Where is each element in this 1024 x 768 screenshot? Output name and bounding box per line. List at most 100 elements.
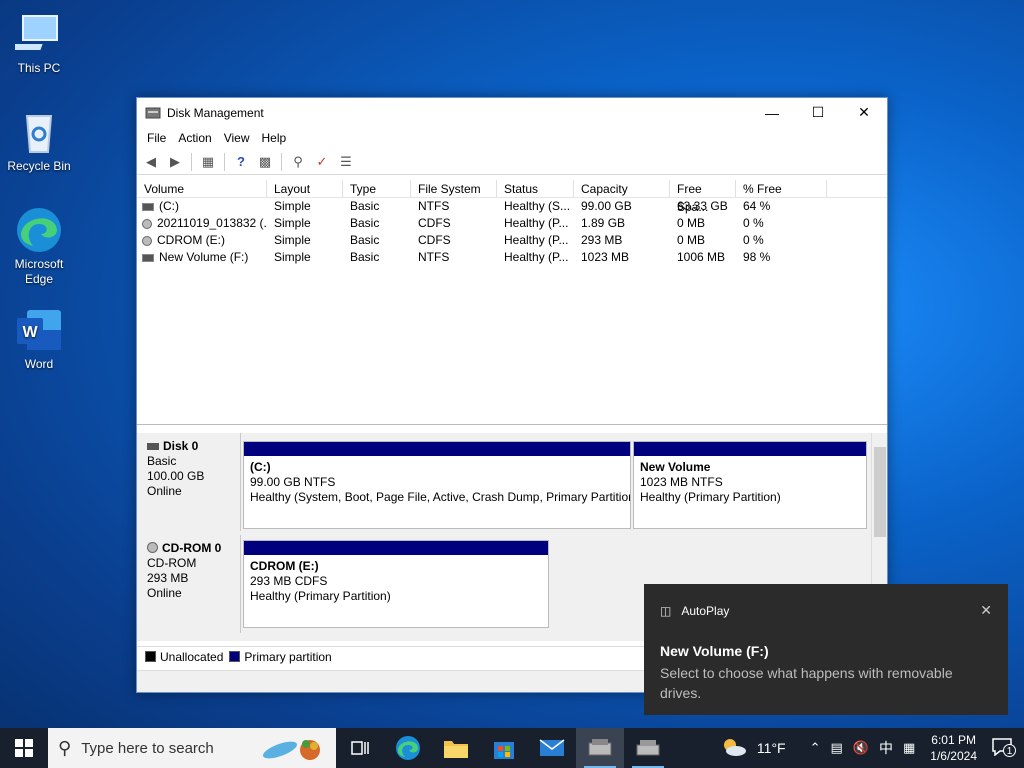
table-row[interactable]: (C:) Simple Basic NTFS Healthy (S... 99.…	[137, 198, 887, 215]
toolbar-separator	[191, 152, 192, 171]
help-icon[interactable]: ?	[231, 152, 251, 172]
table-row[interactable]: CDROM (E:) Simple Basic CDFS Healthy (P.…	[137, 232, 887, 249]
back-arrow-icon[interactable]: ◀	[141, 152, 161, 172]
desktop-icon-recycle-bin[interactable]: Recycle Bin	[4, 108, 74, 174]
maximize-button[interactable]: ☐	[795, 98, 841, 127]
weather-temperature[interactable]: 11°F	[752, 740, 791, 756]
show-hide-tree-icon[interactable]: ▦	[198, 152, 218, 172]
clock-time: 6:01 PM	[931, 733, 976, 747]
taskbar-file-explorer[interactable]	[432, 728, 480, 768]
column-header-layout[interactable]: Layout	[267, 180, 343, 197]
menu-action[interactable]: Action	[172, 131, 217, 145]
toast-body: Select to choose what happens with remov…	[660, 665, 953, 701]
toolbar-separator	[224, 152, 225, 171]
title-bar[interactable]: Disk Management — ☐ ✕	[137, 98, 887, 127]
recycle-bin-icon	[15, 108, 63, 156]
fs-cell: NTFS	[418, 199, 450, 213]
disk-name: CD-ROM 0	[162, 541, 222, 555]
menu-help[interactable]: Help	[256, 131, 293, 145]
column-header-file-system[interactable]: File System	[411, 180, 497, 197]
column-header-type[interactable]: Type	[343, 180, 411, 197]
taskbar-store[interactable]	[480, 728, 528, 768]
partition-status: Healthy (System, Boot, Page File, Active…	[250, 490, 630, 504]
taskbar-edge[interactable]	[384, 728, 432, 768]
desktop-icon-word[interactable]: W Word	[4, 306, 74, 372]
taskbar-disk-management[interactable]	[576, 728, 624, 768]
volume-list: Volume Layout Type File System Status Ca…	[137, 180, 887, 425]
partition-cdrom[interactable]: CDROM (E:) 293 MB CDFS Healthy (Primary …	[243, 540, 549, 628]
network-icon[interactable]: ▤	[826, 740, 848, 756]
taskbar-disk-management-2[interactable]	[624, 728, 672, 768]
search-highlight-icon	[260, 734, 330, 762]
partition-new-volume[interactable]: New Volume 1023 MB NTFS Healthy (Primary…	[633, 441, 867, 529]
column-header-percent-free[interactable]: % Free	[736, 180, 827, 197]
task-view-button[interactable]	[336, 728, 384, 768]
disk-icon	[147, 443, 159, 450]
free-cell: 1006 MB	[677, 250, 726, 264]
column-header-status[interactable]: Status	[497, 180, 574, 197]
chevron-up-icon[interactable]: ⌃	[805, 740, 826, 756]
connect-disk-icon[interactable]: ⚲	[288, 152, 308, 172]
ime-indicator[interactable]: 中	[874, 738, 898, 758]
column-header-volume[interactable]: Volume	[137, 180, 267, 197]
minimize-button[interactable]: —	[749, 98, 795, 127]
disk-0-label[interactable]: Disk 0 Basic 100.00 GB Online	[137, 433, 241, 531]
status-cell: Healthy (S...	[504, 199, 571, 213]
disk-name: Disk 0	[163, 439, 199, 453]
scrollbar-thumb[interactable]	[874, 447, 886, 537]
partition-name: (C:)	[250, 460, 271, 474]
free-cell: 63.33 GB	[677, 199, 728, 213]
properties-icon[interactable]: ☰	[336, 152, 356, 172]
close-button[interactable]: ✕	[841, 98, 887, 127]
status-cell: Healthy (P...	[504, 216, 569, 230]
volume-list-header: Volume Layout Type File System Status Ca…	[137, 180, 887, 214]
partition-status: Healthy (Primary Partition)	[250, 589, 391, 603]
task-view-icon	[351, 741, 369, 755]
close-icon[interactable]: ✕	[980, 602, 992, 619]
weather-icon[interactable]	[716, 737, 752, 760]
notification-center-icon[interactable]: 1	[987, 737, 1024, 759]
menu-view[interactable]: View	[218, 131, 256, 145]
disk-management-icon	[145, 106, 161, 120]
fs-cell: CDFS	[418, 233, 451, 247]
desktop-icon-edge[interactable]: Microsoft Edge	[4, 206, 74, 287]
fs-cell: CDFS	[418, 216, 451, 230]
desktop-icon-this-pc[interactable]: This PC	[4, 10, 74, 76]
volume-muted-icon[interactable]: 🔇	[848, 740, 874, 756]
check-icon[interactable]: ✓	[312, 152, 332, 172]
keyboard-layout-icon[interactable]: ▦	[898, 740, 920, 756]
taskbar-search-box[interactable]: ⚲ Type here to search	[48, 728, 336, 768]
folder-icon	[444, 741, 468, 758]
layout-cell: Simple	[274, 250, 311, 264]
partition-c[interactable]: (C:) 99.00 GB NTFS Healthy (System, Boot…	[243, 441, 631, 529]
toolbar-separator	[281, 152, 282, 171]
disk-0-row: Disk 0 Basic 100.00 GB Online	[137, 433, 241, 531]
primary-partition-swatch	[229, 651, 241, 662]
percent-free-cell: 64 %	[743, 199, 771, 213]
cd-drive-icon	[142, 235, 152, 246]
type-cell: Basic	[350, 216, 380, 230]
disk-state: Online	[147, 586, 182, 600]
free-cell: 0 MB	[677, 233, 706, 247]
column-header-capacity[interactable]: Capacity	[574, 180, 670, 197]
forward-arrow-icon[interactable]: ▶	[165, 152, 185, 172]
table-row[interactable]: 20211019_013832 (... Simple Basic CDFS H…	[137, 215, 887, 232]
menu-file[interactable]: File	[141, 131, 172, 145]
table-row[interactable]: New Volume (F:) Simple Basic NTFS Health…	[137, 249, 887, 266]
column-header-free-space[interactable]: Free Spa...	[670, 180, 736, 214]
volume-name: 20211019_013832 (...	[157, 216, 267, 230]
type-cell: Basic	[350, 233, 380, 247]
cdrom-0-label[interactable]: CD-ROM 0 CD-ROM 293 MB Online	[137, 535, 241, 633]
clock[interactable]: 6:01 PM 1/6/2024	[920, 732, 987, 764]
percent-free-cell: 0 %	[743, 233, 764, 247]
action-pane-icon[interactable]: ▩	[255, 152, 275, 172]
layout-cell: Simple	[274, 199, 311, 213]
taskbar-mail[interactable]	[528, 728, 576, 768]
partition-bar	[244, 541, 548, 555]
autoplay-notification[interactable]: ◫ AutoPlay ✕ New Volume (F:) Select to c…	[644, 584, 1008, 715]
start-button[interactable]	[0, 728, 48, 768]
status-cell: Healthy (P...	[504, 250, 569, 264]
disk-management-icon	[588, 739, 612, 756]
toast-app-name: AutoPlay	[681, 603, 730, 618]
taskbar: ⚲ Type here to search 11°F ⌃ ▤ 🔇 中 ▦ 6:0…	[0, 728, 1024, 768]
